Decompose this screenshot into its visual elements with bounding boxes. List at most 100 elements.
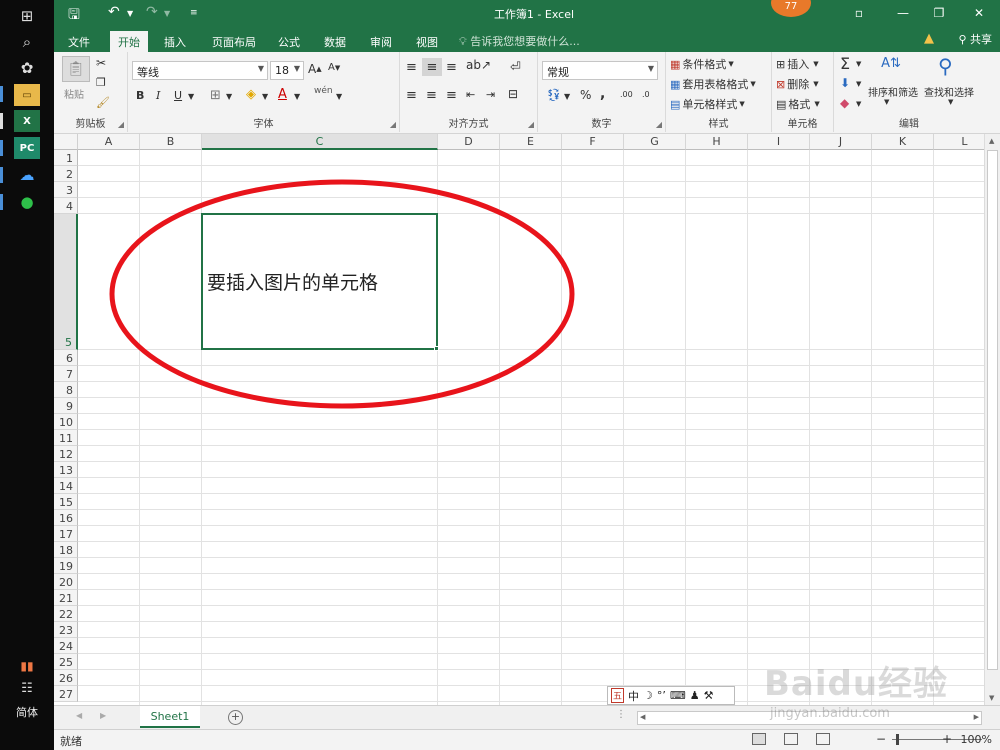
ime-settings-icon[interactable]: ⚒: [704, 689, 714, 702]
align-top-icon[interactable]: ≡: [406, 60, 417, 75]
percent-button[interactable]: %: [580, 88, 591, 102]
font-family-select[interactable]: 等线 ▼: [132, 61, 268, 80]
sort-filter-icon[interactable]: A⇅: [878, 56, 904, 71]
row-header-9[interactable]: 9: [54, 398, 78, 414]
chevron-down-icon[interactable]: ▼: [336, 92, 342, 101]
increase-decimal-button[interactable]: .00: [620, 90, 633, 99]
increase-font-icon[interactable]: A ▲: [308, 62, 322, 76]
chevron-down-icon[interactable]: ▼: [294, 92, 300, 101]
orientation-icon[interactable]: ab↗: [466, 58, 491, 72]
file-explorer-icon[interactable]: ▭: [14, 84, 40, 106]
row-header-21[interactable]: 21: [54, 590, 78, 606]
decrease-font-icon[interactable]: A ▼: [328, 62, 340, 73]
ime-user-icon[interactable]: ♟: [690, 689, 700, 702]
tab-file[interactable]: 文件: [60, 31, 98, 52]
paste-icon[interactable]: 📋︎: [62, 56, 90, 82]
zoom-in-icon[interactable]: +: [942, 732, 952, 746]
scroll-right-icon[interactable]: ▶: [974, 713, 979, 721]
column-header-g[interactable]: G: [624, 134, 686, 150]
normal-view-icon[interactable]: [752, 733, 766, 745]
zoom-percentage[interactable]: 100%: [961, 733, 992, 746]
wrap-text-icon[interactable]: ⏎: [510, 60, 521, 75]
conditional-formatting-button[interactable]: ▦ 条件格式 ▼: [670, 56, 734, 72]
notes-icon[interactable]: ☷: [12, 676, 42, 700]
align-middle-icon[interactable]: ≡: [422, 58, 442, 76]
cut-icon[interactable]: ✂: [96, 56, 106, 70]
find-select-button[interactable]: 查找和选择: [924, 84, 974, 99]
tab-data[interactable]: 数据: [316, 31, 354, 52]
row-header-11[interactable]: 11: [54, 430, 78, 446]
row-header-10[interactable]: 10: [54, 414, 78, 430]
pycharm-taskbar-icon[interactable]: PC: [14, 137, 40, 159]
tab-review[interactable]: 审阅: [362, 31, 400, 52]
column-header-k[interactable]: K: [872, 134, 934, 150]
row-header-4[interactable]: 4: [54, 198, 78, 214]
page-layout-view-icon[interactable]: [784, 733, 798, 745]
increase-indent-icon[interactable]: ⇥: [486, 88, 495, 101]
align-left-icon[interactable]: ≡: [406, 88, 417, 103]
scroll-up-icon[interactable]: ▲: [989, 137, 994, 145]
chevron-down-icon[interactable]: ▼: [262, 92, 268, 101]
ime-keyboard-icon[interactable]: ⌨: [670, 689, 686, 702]
excel-taskbar-icon[interactable]: X: [14, 110, 40, 132]
comma-button[interactable]: ,: [600, 86, 605, 102]
chevron-down-icon[interactable]: ▼: [856, 100, 861, 108]
column-header-d[interactable]: D: [438, 134, 500, 150]
dialog-launcher-icon[interactable]: ◢: [528, 120, 534, 129]
row-header-27[interactable]: 27: [54, 686, 78, 702]
column-header-c[interactable]: C: [202, 134, 438, 150]
share-button[interactable]: ⚲ 共享: [958, 31, 992, 47]
ime-moon-icon[interactable]: ☽: [643, 689, 653, 702]
bold-button[interactable]: B: [136, 89, 144, 102]
chevron-down-icon[interactable]: ▼: [188, 92, 194, 101]
scroll-left-icon[interactable]: ◀: [640, 713, 645, 721]
copy-icon[interactable]: ❐: [96, 76, 106, 89]
task-view-icon[interactable]: ✿: [12, 56, 42, 80]
dialog-launcher-icon[interactable]: ◢: [656, 120, 662, 129]
accounting-format-icon[interactable]: 💱︎: [546, 88, 561, 102]
prev-sheet-icon[interactable]: ◀: [76, 711, 82, 720]
format-as-table-button[interactable]: ▦ 套用表格格式 ▼: [670, 76, 756, 92]
row-header-19[interactable]: 19: [54, 558, 78, 574]
tab-page-layout[interactable]: 页面布局: [204, 31, 264, 52]
find-icon[interactable]: ⚲: [938, 54, 953, 78]
underline-button[interactable]: U: [174, 89, 182, 102]
row-header-2[interactable]: 2: [54, 166, 78, 182]
chart-app-icon[interactable]: ▮▮: [12, 654, 42, 678]
close-button[interactable]: ✕: [964, 2, 994, 24]
split-handle-icon[interactable]: ⋮: [616, 709, 626, 720]
column-header-e[interactable]: E: [500, 134, 562, 150]
ime-logo-icon[interactable]: 五: [611, 688, 625, 703]
add-sheet-button[interactable]: +: [228, 710, 243, 725]
row-header-1[interactable]: 1: [54, 150, 78, 166]
row-header-17[interactable]: 17: [54, 526, 78, 542]
row-header-23[interactable]: 23: [54, 622, 78, 638]
tab-home[interactable]: 开始: [110, 31, 148, 52]
windows-start-icon[interactable]: ⊞: [12, 4, 42, 28]
delete-cells-button[interactable]: ⊠ 删除 ▼: [776, 76, 819, 92]
chevron-down-icon[interactable]: ▼: [948, 98, 953, 106]
undo-dropdown-icon[interactable]: ▼: [127, 9, 133, 18]
zoom-out-icon[interactable]: −: [876, 732, 886, 746]
row-header-6[interactable]: 6: [54, 350, 78, 366]
align-right-icon[interactable]: ≡: [446, 88, 457, 103]
tell-me-box[interactable]: 💡︎ 告诉我您想要做什么...: [459, 33, 580, 49]
borders-icon[interactable]: ⊞: [210, 88, 221, 103]
row-header-5[interactable]: 5: [54, 214, 78, 350]
tab-formulas[interactable]: 公式: [270, 31, 308, 52]
fill-icon[interactable]: ⬇: [840, 76, 850, 90]
row-header-13[interactable]: 13: [54, 462, 78, 478]
minimize-button[interactable]: —: [888, 2, 918, 24]
chat-app-icon[interactable]: ●: [14, 191, 40, 213]
chevron-down-icon[interactable]: ▼: [856, 80, 861, 88]
row-header-12[interactable]: 12: [54, 446, 78, 462]
page-break-view-icon[interactable]: [816, 733, 830, 745]
row-header-8[interactable]: 8: [54, 382, 78, 398]
scroll-down-icon[interactable]: ▼: [989, 694, 994, 702]
italic-button[interactable]: I: [156, 89, 160, 102]
ime-toolbar[interactable]: 五 中 ☽ °’ ⌨ ♟ ⚒: [607, 686, 735, 705]
search-icon[interactable]: ⌕: [12, 30, 42, 54]
row-header-20[interactable]: 20: [54, 574, 78, 590]
phonetic-guide-button[interactable]: wén: [314, 86, 333, 96]
ribbon-display-options-button[interactable]: ▫: [844, 2, 874, 24]
